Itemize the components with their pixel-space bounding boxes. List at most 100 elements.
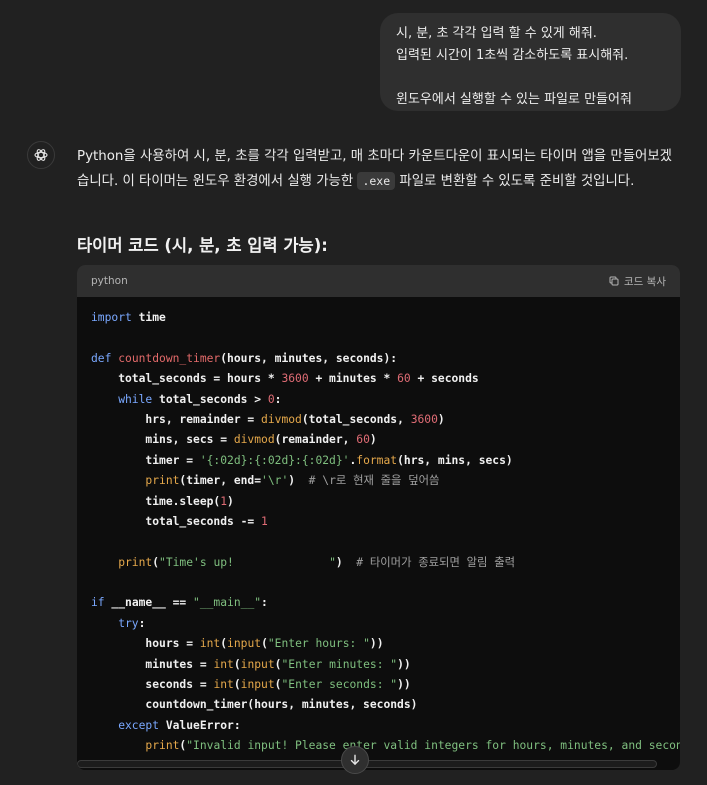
code-line: timer = '{:02d}:{:02d}:{:02d}'.format(hr… (91, 451, 666, 471)
copy-icon (609, 276, 619, 286)
code-token: import (91, 311, 132, 324)
code-token: 60 (356, 433, 370, 447)
code-token: 1 (261, 514, 268, 528)
code-token: divmod (261, 412, 302, 426)
code-token: total_seconds = hours * (91, 372, 282, 386)
intro-text: 파일로 변환할 수 있도록 준비할 것입니다. (395, 174, 635, 189)
openai-logo-icon (34, 149, 48, 161)
code-line: hours = int(input("Enter hours: ")) (91, 634, 666, 654)
user-message-line: 입력된 시간이 1초씩 감소하도록 표시해줘. (396, 48, 629, 63)
code-token: time (131, 311, 166, 324)
code-token: '\r' (261, 474, 289, 488)
code-token: ) (227, 494, 234, 508)
copy-code-button[interactable]: 코드 복사 (608, 274, 666, 289)
code-token: # \r로 현재 줄을 덮어씀 (295, 474, 440, 488)
code-token: "Enter seconds: " (281, 678, 398, 692)
code-token: input (240, 678, 275, 692)
code-token: # 타이머가 종료되면 알림 출력 (342, 555, 516, 569)
code-token: "Invalid input! Please enter valid integ… (186, 739, 680, 753)
code-token: def (91, 351, 112, 365)
code-token: : (261, 596, 268, 610)
code-token: countdown_timer (118, 351, 221, 365)
code-token: hours = (91, 637, 200, 651)
code-token: timer = (91, 453, 200, 467)
code-language-label: python (91, 275, 128, 287)
code-line: total_seconds = hours * 3600 + minutes *… (91, 369, 666, 389)
code-token: countdown_timer(hours, minutes, seconds) (91, 698, 418, 712)
code-block-header: python 코드 복사 (77, 265, 680, 297)
code-token: int (213, 657, 234, 671)
code-line: seconds = int(input("Enter seconds: ")) (91, 675, 666, 695)
code-token: ( (152, 555, 160, 569)
code-line: time.sleep(1) (91, 492, 666, 512)
code-line: if __name__ == "__main__": (91, 593, 666, 613)
code-line: minutes = int(input("Enter minutes: ")) (91, 655, 666, 675)
code-content[interactable]: import time def countdown_timer(hours, mi… (77, 297, 680, 757)
code-line: def countdown_timer(hours, minutes, seco… (91, 349, 666, 369)
code-token: : (138, 616, 146, 630)
scroll-to-bottom-button[interactable] (341, 746, 369, 774)
code-token: try (91, 616, 139, 630)
copy-code-label: 코드 복사 (624, 275, 666, 288)
code-token: while (91, 392, 153, 406)
code-line: hrs, remainder = divmod(total_seconds, 3… (91, 410, 666, 430)
code-token: total_seconds -= (91, 514, 262, 528)
code-token: ) (437, 412, 445, 426)
assistant-intro-paragraph: Python을 사용하여 시, 분, 초를 각각 입력받고, 매 초마다 카운트… (77, 145, 683, 194)
code-token: hrs, remainder = (91, 412, 262, 426)
code-token: (hours, minutes, seconds): (220, 351, 398, 365)
user-message-bubble: 시, 분, 초 각각 입력 할 수 있게 해줘. 입력된 시간이 1초씩 감소하… (380, 13, 681, 111)
code-token: "Enter minutes: " (281, 657, 398, 671)
code-token: ( (233, 678, 241, 692)
code-token: if (91, 596, 105, 610)
code-token: ( (261, 637, 268, 651)
code-token: seconds = (91, 678, 214, 692)
code-token: 0 (267, 392, 275, 406)
code-token: __name__ == (104, 596, 194, 610)
code-token: print (91, 555, 153, 569)
code-token: )) (369, 637, 384, 651)
code-token: 3600 (410, 412, 438, 426)
code-token: "Enter hours: " (267, 637, 370, 651)
assistant-avatar (27, 141, 55, 169)
user-message-line: 시, 분, 초 각각 입력 할 수 있게 해줘. (396, 26, 597, 41)
code-line: total_seconds -= 1 (91, 512, 666, 532)
code-token: input (240, 657, 275, 671)
section-heading: 타이머 코드 (시, 분, 초 입력 가능): (77, 236, 328, 255)
code-line: except ValueError: (91, 716, 666, 736)
code-token: (total_seconds, (301, 412, 411, 426)
code-token: format (356, 453, 398, 467)
code-line: print(timer, end='\r') # \r로 현재 줄을 덮어씀 (91, 471, 666, 491)
code-token: (timer, end= (179, 474, 262, 488)
code-token: 3600 (281, 372, 309, 386)
code-token: (hrs, mins, secs) (397, 453, 513, 467)
code-token: divmod (233, 433, 275, 447)
code-token: + minutes * (308, 372, 398, 386)
code-token: print (91, 739, 180, 753)
code-token: : (274, 392, 282, 406)
code-token: int (213, 678, 234, 692)
code-token: ValueError: (159, 718, 241, 732)
code-token: print (91, 474, 180, 488)
arrow-down-icon (350, 754, 360, 765)
code-token: "__main__" (193, 596, 262, 610)
code-token: (remainder, (274, 433, 357, 447)
code-block: python 코드 복사 import time def countdown_ti… (77, 265, 680, 770)
user-message-line (396, 67, 665, 89)
inline-code: .exe (357, 172, 396, 190)
code-token: )) (397, 657, 411, 671)
code-line: countdown_timer(hours, minutes, seconds) (91, 695, 666, 715)
user-message-line: 윈도우에서 실행할 수 있는 파일로 만들어줘 (396, 92, 632, 107)
code-line: print("Invalid input! Please enter valid… (91, 736, 680, 756)
code-line: mins, secs = divmod(remainder, 60) (91, 430, 666, 450)
code-token: "Time's up! " (159, 555, 336, 569)
code-token: + seconds (410, 372, 479, 386)
code-line: import time (91, 308, 666, 328)
code-token: total_seconds > (152, 392, 268, 406)
code-token: int (199, 637, 221, 651)
code-token: time.sleep( (91, 494, 221, 508)
code-token: '{:02d}:{:02d}:{:02d}' (199, 453, 350, 467)
